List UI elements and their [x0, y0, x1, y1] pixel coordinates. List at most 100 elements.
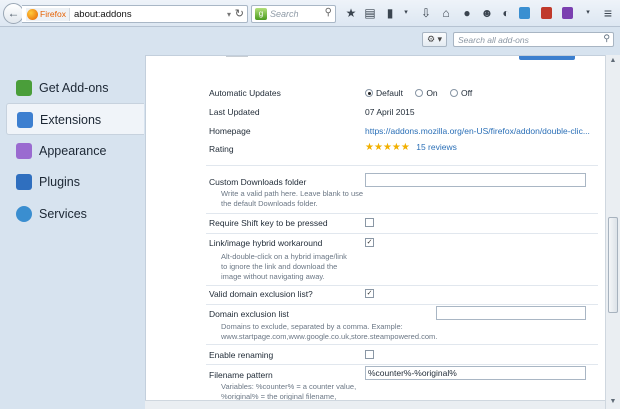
back-button[interactable]: ←	[3, 3, 24, 24]
addon-toolbar-icon-3[interactable]	[562, 7, 573, 19]
vertical-scrollbar[interactable]: ▲ ▼	[605, 55, 620, 409]
divider	[206, 344, 598, 345]
search-magnifier-icon[interactable]: ⚲	[325, 7, 332, 18]
paint-brush-icon	[16, 143, 32, 159]
addon-search-input[interactable]: Search all add-ons ⚲	[453, 32, 614, 47]
category-label: Get Add-ons	[39, 81, 109, 95]
addon-search-placeholder: Search all add-ons	[458, 35, 529, 45]
enable-renaming-label: Enable renaming	[209, 350, 274, 360]
web-search-placeholder: Search	[270, 9, 299, 19]
firefox-logo-icon	[27, 9, 38, 20]
identity-label: Firefox	[40, 9, 66, 19]
download-icon[interactable]: ⇩	[418, 5, 434, 21]
reading-list-icon[interactable]: ▤	[362, 5, 378, 21]
homepage-label: Homepage	[209, 126, 251, 136]
homepage-link[interactable]: https://addons.mozilla.org/en-US/firefox…	[365, 126, 590, 136]
category-label: Extensions	[40, 113, 102, 127]
star-icon: ★	[373, 142, 383, 153]
addon-dropdown-icon[interactable]: ▾	[580, 5, 596, 21]
category-services[interactable]: Services	[6, 198, 144, 230]
radio-label: On	[426, 88, 438, 98]
radio-label: Default	[376, 88, 403, 98]
divider	[206, 304, 598, 305]
domain-desc-2: www.startpage.com,www.google.co.uk,store…	[221, 332, 438, 341]
navigation-toolbar: ← Firefox about:addons ▾ ↻ g Search ⚲ ★ …	[0, 0, 620, 27]
addon-detail-pane: Automatic Updates Default On Off Last Up…	[145, 55, 605, 401]
shift-key-label: Require Shift key to be pressed	[209, 218, 328, 228]
bookmark-star-icon[interactable]: ★	[343, 5, 359, 21]
hybrid-workaround-label: Link/image hybrid workaround	[209, 238, 323, 248]
category-sidebar: Get Add-ons Extensions Appearance Plugin…	[0, 27, 145, 409]
bookmarks-menu-icon[interactable]: ▮	[382, 5, 398, 21]
hybrid-desc: Alt-double-click on a hybrid image/link	[221, 252, 347, 261]
update-on-radio[interactable]: On	[415, 88, 438, 98]
site-identity-button[interactable]: Firefox	[26, 8, 70, 21]
star-icon: ★	[382, 142, 392, 153]
reviews-link[interactable]: 15 reviews	[416, 142, 457, 152]
star-icon: ★	[400, 142, 410, 153]
star-icon: ★	[365, 142, 374, 153]
scroll-down-icon[interactable]: ▼	[606, 396, 620, 408]
category-get-addons[interactable]: Get Add-ons	[6, 72, 144, 104]
radio-icon	[450, 89, 459, 97]
sync-icon[interactable]: ◐	[498, 5, 514, 21]
horizontal-scrollbar[interactable]	[145, 400, 605, 409]
automatic-updates-label: Automatic Updates	[209, 88, 281, 98]
category-label: Appearance	[39, 144, 107, 158]
scroll-up-icon[interactable]: ▲	[606, 55, 620, 67]
valid-domain-checkbox[interactable]: ✓	[365, 289, 374, 298]
divider	[206, 165, 598, 166]
domain-desc: Domains to exclude, separated by a comma…	[221, 322, 403, 331]
category-appearance[interactable]: Appearance	[6, 135, 144, 167]
automatic-updates-radio-group: Default On Off	[365, 88, 482, 98]
get-addons-icon	[16, 80, 32, 96]
update-default-radio[interactable]: Default	[365, 88, 403, 98]
puzzle-piece-icon	[17, 112, 33, 128]
hybrid-desc-2: to ignore the link and download the	[221, 262, 338, 271]
reload-icon[interactable]: ↻	[235, 7, 244, 21]
divider	[206, 213, 598, 214]
tools-gear-button[interactable]: ⚙ ▾	[422, 32, 447, 47]
url-bar[interactable]: Firefox about:addons ▾ ↻	[22, 5, 248, 23]
divider	[206, 233, 598, 234]
search-icon[interactable]: ⚲	[603, 33, 610, 44]
custom-folder-desc-2: the default Downloads folder.	[221, 199, 318, 208]
category-label: Services	[39, 207, 87, 221]
addon-toolbar-icon[interactable]	[519, 7, 530, 19]
radio-label: Off	[461, 88, 473, 98]
domain-list-label: Domain exclusion list	[209, 309, 289, 319]
truncated-text	[226, 56, 248, 57]
scrollbar-thumb[interactable]	[608, 217, 618, 313]
category-extensions[interactable]: Extensions	[6, 103, 144, 135]
enable-renaming-checkbox[interactable]	[365, 350, 374, 359]
divider	[206, 364, 598, 365]
custom-folder-input[interactable]	[365, 173, 586, 187]
chat-icon[interactable]: ●	[459, 5, 475, 21]
search-engine-icon[interactable]: g	[255, 8, 267, 20]
hybrid-workaround-checkbox[interactable]: ✓	[365, 238, 374, 247]
last-updated-value: 07 April 2015	[365, 107, 415, 117]
history-dropdown-icon[interactable]: ▾	[227, 8, 231, 21]
web-search-box[interactable]: g Search ⚲	[251, 5, 336, 23]
gear-icon: ⚙ ▾	[426, 34, 443, 44]
custom-folder-desc: Write a valid path here. Leave blank to …	[221, 189, 364, 198]
rating-stars: ★★★★★ 15 reviews	[365, 142, 457, 153]
hamburger-menu-icon[interactable]: ≡	[600, 5, 616, 21]
update-off-radio[interactable]: Off	[450, 88, 472, 98]
shift-key-checkbox[interactable]	[365, 218, 374, 227]
options-button-partial[interactable]	[519, 56, 575, 60]
bookmarks-dropdown-icon[interactable]: ▾	[398, 5, 414, 21]
back-arrow-icon: ←	[7, 6, 20, 20]
category-plugins[interactable]: Plugins	[6, 166, 144, 198]
category-label: Plugins	[39, 175, 80, 189]
valid-domain-label: Valid domain exclusion list?	[209, 289, 313, 299]
domain-list-input[interactable]	[436, 306, 586, 320]
radio-selected-icon	[365, 89, 373, 97]
addon-toolbar-icon-2[interactable]	[541, 7, 552, 19]
home-icon[interactable]: ⌂	[438, 5, 454, 21]
url-text[interactable]: about:addons	[74, 8, 132, 21]
divider	[206, 285, 598, 286]
custom-folder-label: Custom Downloads folder	[209, 177, 307, 187]
filename-pattern-input[interactable]: %counter%-%original%	[365, 366, 586, 380]
smiley-icon[interactable]: ☻	[479, 5, 495, 21]
